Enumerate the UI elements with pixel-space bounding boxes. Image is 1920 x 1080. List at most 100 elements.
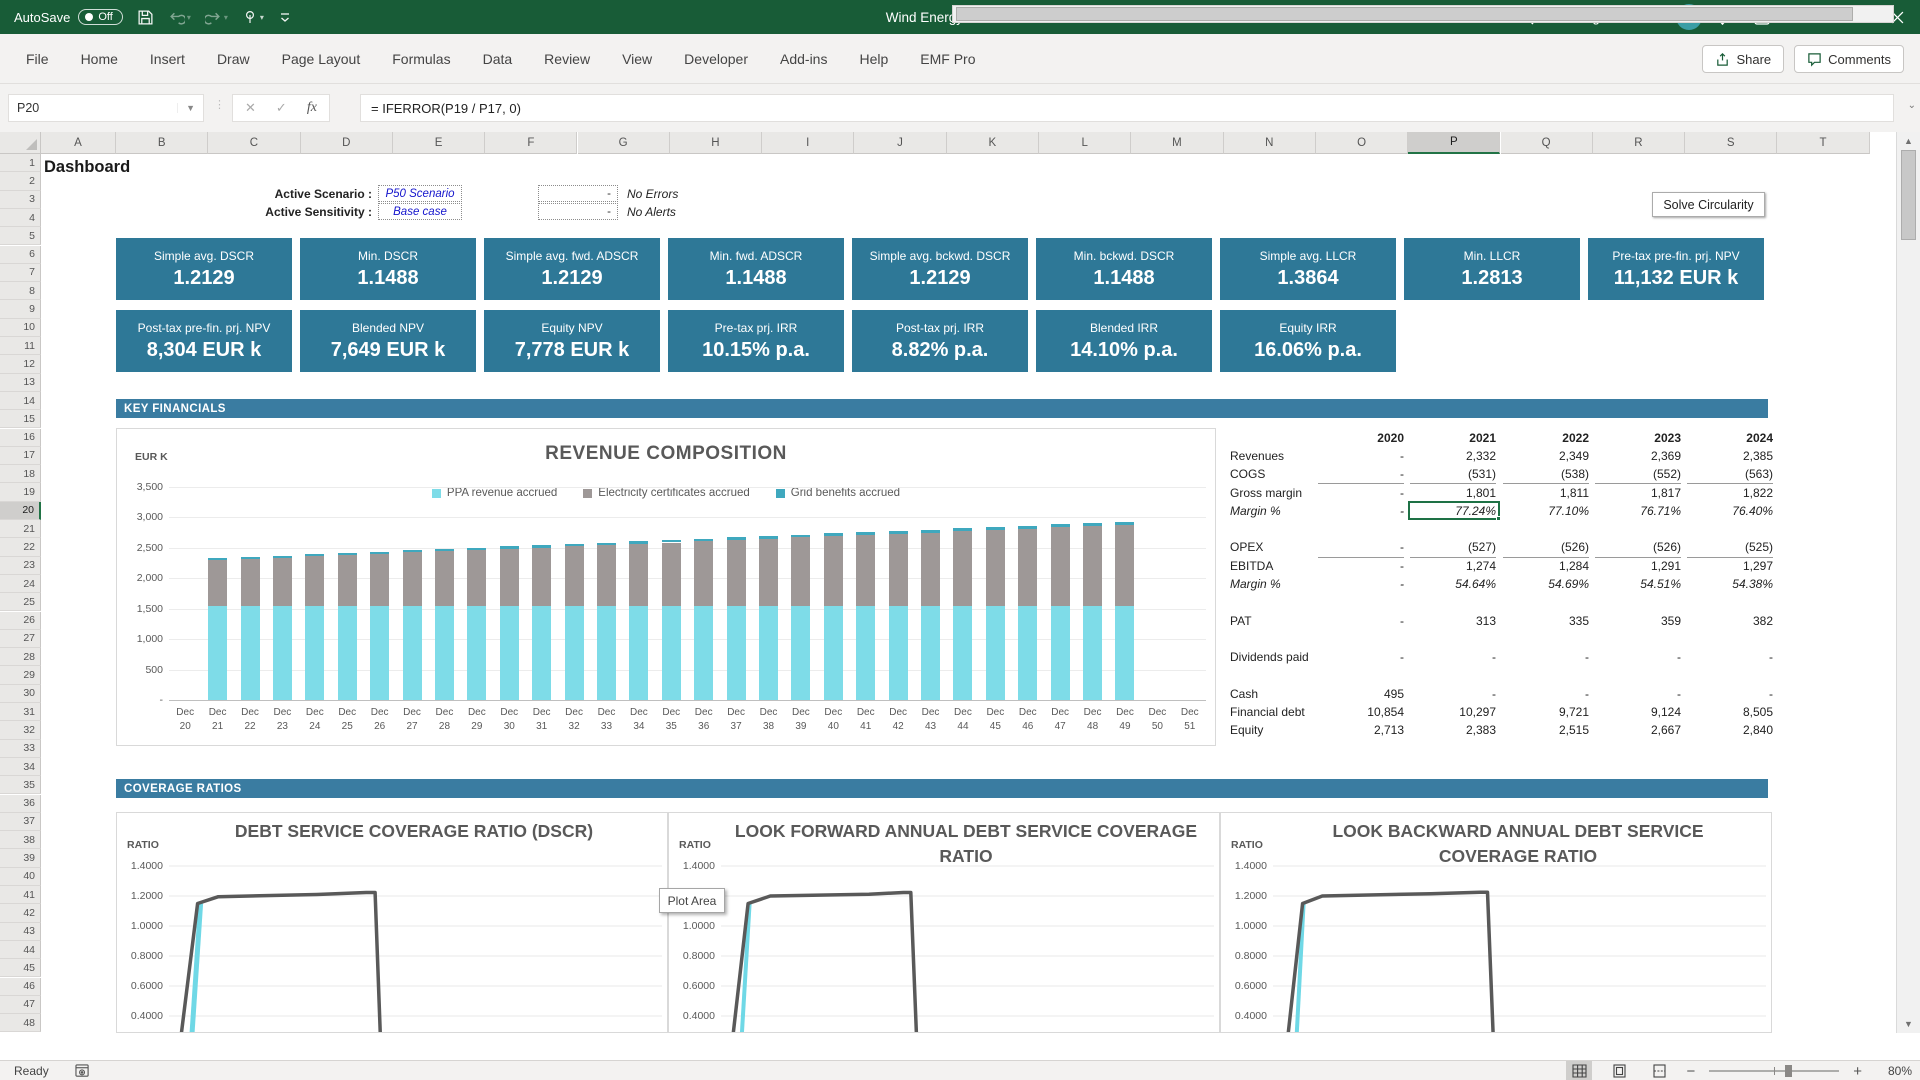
revenue-chart-panel[interactable]: REVENUE COMPOSITIONEUR KPPA revenue accr… [116, 428, 1216, 746]
kpi-tile-r2-4[interactable]: Pre-tax prj. IRR10.15% p.a. [668, 310, 844, 372]
kpi-tile-r1-5[interactable]: Simple avg. bckwd. DSCR1.2129 [852, 238, 1028, 300]
column-header-E[interactable]: E [393, 132, 485, 154]
column-header-T[interactable]: T [1777, 132, 1869, 154]
row-header-16[interactable]: 16 [0, 429, 41, 447]
ribbon-tab-data[interactable]: Data [467, 34, 529, 84]
row-header-43[interactable]: 43 [0, 923, 41, 941]
ribbon-tab-home[interactable]: Home [65, 34, 134, 84]
horizontal-scrollbar[interactable] [952, 5, 1894, 23]
enter-formula-icon[interactable]: ✓ [276, 100, 287, 116]
zoom-out-icon[interactable]: − [1686, 1063, 1695, 1080]
kpi-tile-r1-6[interactable]: Min. bckwd. DSCR1.1488 [1036, 238, 1212, 300]
zoom-in-icon[interactable]: + [1853, 1063, 1862, 1080]
column-header-L[interactable]: L [1039, 132, 1131, 154]
scroll-down-icon[interactable]: ▼ [1897, 1019, 1920, 1029]
vertical-scrollbar[interactable]: ▲ ▼ [1896, 132, 1920, 1033]
redo-icon[interactable]: ▾ [205, 9, 228, 26]
row-header-10[interactable]: 10 [0, 319, 41, 337]
row-header-37[interactable]: 37 [0, 813, 41, 831]
customize-toolbar-icon[interactable] [278, 10, 292, 24]
select-all-corner[interactable] [0, 132, 41, 154]
ribbon-tab-insert[interactable]: Insert [134, 34, 201, 84]
zoom-slider[interactable] [1709, 1070, 1839, 1072]
row-header-7[interactable]: 7 [0, 264, 41, 282]
row-header-47[interactable]: 47 [0, 996, 41, 1014]
kpi-tile-r1-1[interactable]: Simple avg. DSCR1.2129 [116, 238, 292, 300]
macro-record-icon[interactable] [75, 1064, 90, 1078]
kpi-tile-r2-3[interactable]: Equity NPV7,778 EUR k [484, 310, 660, 372]
kpi-tile-r2-7[interactable]: Equity IRR16.06% p.a. [1220, 310, 1396, 372]
column-header-M[interactable]: M [1131, 132, 1223, 154]
row-header-2[interactable]: 2 [0, 172, 41, 190]
ribbon-tab-draw[interactable]: Draw [201, 34, 266, 84]
column-header-C[interactable]: C [208, 132, 300, 154]
ribbon-tab-formulas[interactable]: Formulas [376, 34, 466, 84]
row-header-30[interactable]: 30 [0, 685, 41, 703]
row-header-33[interactable]: 33 [0, 740, 41, 758]
row-header-8[interactable]: 8 [0, 282, 41, 300]
solve-circularity-button[interactable]: Solve Circularity [1652, 192, 1765, 217]
row-header-21[interactable]: 21 [0, 520, 41, 538]
row-header-3[interactable]: 3 [0, 191, 41, 209]
insert-function-icon[interactable]: fx [307, 100, 317, 116]
row-header-5[interactable]: 5 [0, 227, 41, 245]
undo-icon[interactable]: ▾ [168, 9, 191, 26]
ribbon-tab-help[interactable]: Help [843, 34, 904, 84]
active-sensitivity-value[interactable]: Base case [378, 203, 462, 220]
coverage-chart-panel-2[interactable]: LOOK FORWARD ANNUAL DEBT SERVICE COVERAG… [668, 812, 1220, 1033]
ribbon-tab-review[interactable]: Review [528, 34, 606, 84]
kpi-tile-r1-2[interactable]: Min. DSCR1.1488 [300, 238, 476, 300]
selected-cell[interactable] [1408, 501, 1500, 520]
row-header-45[interactable]: 45 [0, 959, 41, 977]
page-layout-view-button[interactable] [1606, 1061, 1632, 1080]
ribbon-tab-page-layout[interactable]: Page Layout [266, 34, 377, 84]
row-header-32[interactable]: 32 [0, 721, 41, 739]
kpi-tile-r1-4[interactable]: Min. fwd. ADSCR1.1488 [668, 238, 844, 300]
ribbon-tab-add-ins[interactable]: Add-ins [764, 34, 843, 84]
kpi-tile-r2-2[interactable]: Blended NPV7,649 EUR k [300, 310, 476, 372]
zoom-slider-thumb[interactable] [1785, 1065, 1792, 1077]
row-header-26[interactable]: 26 [0, 612, 41, 630]
row-header-18[interactable]: 18 [0, 465, 41, 483]
row-header-39[interactable]: 39 [0, 849, 41, 867]
save-icon[interactable] [137, 9, 154, 26]
scroll-up-icon[interactable]: ▲ [1897, 136, 1920, 146]
row-header-48[interactable]: 48 [0, 1014, 41, 1032]
row-header-28[interactable]: 28 [0, 648, 41, 666]
column-header-S[interactable]: S [1685, 132, 1777, 154]
kpi-tile-r2-5[interactable]: Post-tax prj. IRR8.82% p.a. [852, 310, 1028, 372]
row-header-13[interactable]: 13 [0, 374, 41, 392]
row-header-46[interactable]: 46 [0, 978, 41, 996]
row-header-38[interactable]: 38 [0, 831, 41, 849]
ribbon-tab-view[interactable]: View [606, 34, 668, 84]
column-header-B[interactable]: B [116, 132, 208, 154]
row-header-11[interactable]: 11 [0, 337, 41, 355]
row-header-17[interactable]: 17 [0, 447, 41, 465]
column-header-A[interactable]: A [41, 132, 116, 154]
touch-mode-icon[interactable]: ▾ [242, 9, 264, 25]
column-header-J[interactable]: J [854, 132, 946, 154]
cancel-formula-icon[interactable]: ✕ [245, 100, 256, 116]
column-header-I[interactable]: I [762, 132, 854, 154]
horizontal-scroll-thumb[interactable] [956, 7, 1853, 21]
active-scenario-value[interactable]: P50 Scenario [378, 185, 462, 202]
row-header-29[interactable]: 29 [0, 666, 41, 684]
row-header-20[interactable]: 20 [0, 502, 41, 520]
coverage-chart-panel-3[interactable]: LOOK BACKWARD ANNUAL DEBT SERVICE COVERA… [1220, 812, 1772, 1033]
column-header-G[interactable]: G [578, 132, 670, 154]
comments-button[interactable]: Comments [1794, 45, 1904, 73]
column-header-D[interactable]: D [301, 132, 393, 154]
row-header-27[interactable]: 27 [0, 630, 41, 648]
formula-input[interactable]: = IFERROR(P19 / P17, 0) [360, 94, 1894, 122]
row-header-24[interactable]: 24 [0, 575, 41, 593]
ribbon-tab-developer[interactable]: Developer [668, 34, 764, 84]
column-header-Q[interactable]: Q [1501, 132, 1593, 154]
namebox-caret-icon[interactable]: ▼ [177, 103, 195, 113]
kpi-tile-r1-7[interactable]: Simple avg. LLCR1.3864 [1220, 238, 1396, 300]
row-header-41[interactable]: 41 [0, 886, 41, 904]
row-header-25[interactable]: 25 [0, 593, 41, 611]
column-header-P[interactable]: P [1408, 132, 1500, 154]
row-header-40[interactable]: 40 [0, 868, 41, 886]
kpi-tile-r1-3[interactable]: Simple avg. fwd. ADSCR1.2129 [484, 238, 660, 300]
row-header-14[interactable]: 14 [0, 392, 41, 410]
